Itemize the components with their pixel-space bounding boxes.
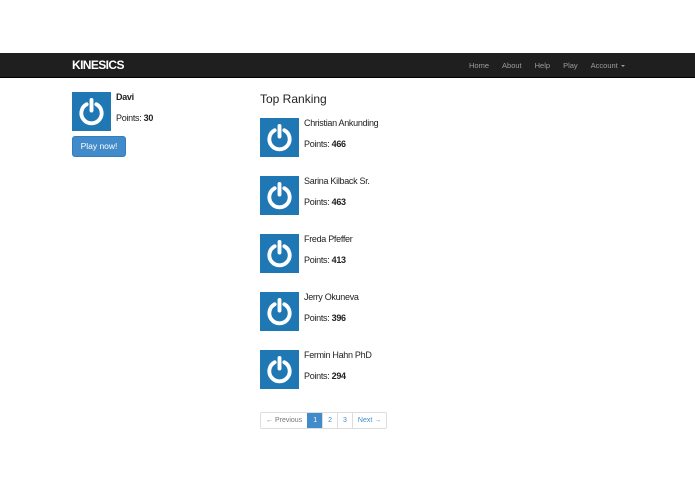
ranking-name: Christian Ankunding — [304, 118, 379, 128]
page-2-button[interactable]: 2 — [322, 413, 337, 428]
nav-link-home[interactable]: Home — [469, 61, 489, 70]
nav-link-about[interactable]: About — [502, 61, 522, 70]
ranking-points: Points: 294 — [304, 371, 346, 381]
nav-link-play[interactable]: Play — [563, 61, 578, 70]
power-icon — [79, 97, 104, 126]
pagination: ← Previous 1 2 3 Next → — [260, 412, 388, 429]
profile-points: Points: 30 — [116, 113, 153, 123]
avatar — [72, 92, 111, 131]
power-icon — [267, 181, 292, 210]
nav-link-help[interactable]: Help — [535, 61, 550, 70]
page-1-button[interactable]: 1 — [307, 413, 323, 428]
points-value: 413 — [331, 255, 346, 265]
ranking-name: Jerry Okuneva — [304, 292, 359, 302]
points-value: 463 — [331, 197, 346, 207]
avatar — [260, 234, 299, 273]
power-icon — [267, 239, 292, 268]
ranking-name: Freda Pfeffer — [304, 234, 353, 244]
next-page-button[interactable]: Next → — [351, 413, 387, 428]
avatar — [260, 118, 299, 157]
account-label: Account — [590, 61, 618, 70]
points-label: Points: — [304, 255, 330, 265]
profile-name: Davi — [116, 92, 134, 102]
power-icon — [267, 123, 292, 152]
points-label: Points: — [304, 313, 330, 323]
points-label: Points: — [304, 371, 330, 381]
previous-page-button[interactable]: ← Previous — [261, 413, 308, 428]
points-value: 466 — [331, 139, 346, 149]
navbar: KINESICS Home About Help Play Account — [0, 53, 695, 78]
ranking-name: Fermin Hahn PhD — [304, 350, 372, 360]
ranking-name: Sarina Kilback Sr. — [304, 176, 370, 186]
avatar — [260, 176, 299, 215]
points-value: 30 — [143, 113, 154, 123]
points-label: Points: — [304, 197, 330, 207]
ranking-points: Points: 463 — [304, 197, 346, 207]
nav-links: Home About Help Play Account — [469, 53, 638, 78]
points-value: 294 — [331, 371, 346, 381]
account-dropdown[interactable]: Account — [591, 61, 625, 70]
ranking-points: Points: 466 — [304, 139, 346, 149]
ranking-points: Points: 396 — [304, 313, 346, 323]
avatar — [260, 350, 299, 389]
points-label: Points: — [116, 113, 142, 123]
power-icon — [267, 297, 292, 326]
points-value: 396 — [331, 313, 346, 323]
page-3-button[interactable]: 3 — [337, 413, 352, 428]
ranking-points: Points: 413 — [304, 255, 346, 265]
caret-down-icon — [620, 65, 625, 68]
power-icon — [267, 355, 292, 384]
points-label: Points: — [304, 139, 330, 149]
play-now-button[interactable]: Play now! — [72, 136, 126, 157]
avatar — [260, 292, 299, 331]
brand-logo[interactable]: KINESICS — [72, 58, 124, 72]
page-title: Top Ranking — [260, 92, 327, 106]
